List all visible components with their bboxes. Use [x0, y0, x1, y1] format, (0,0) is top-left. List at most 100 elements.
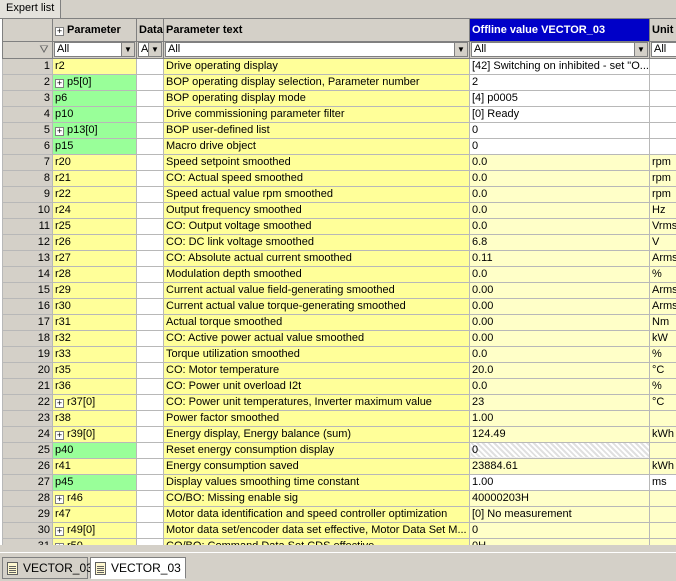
row-number[interactable]: 29: [2, 505, 53, 523]
table-row[interactable]: 27 p45 Display values smoothing time const…: [2, 473, 676, 491]
row-number[interactable]: 25: [2, 441, 53, 459]
parameter-cell[interactable]: +r50: [52, 537, 137, 545]
parameter-cell[interactable]: r2: [52, 57, 137, 75]
table-row[interactable]: 18 r32 CO: Active power actual value smoot…: [2, 329, 676, 347]
row-number[interactable]: 2: [2, 73, 53, 91]
table-row[interactable]: 2 + p5[0] BOP operating display selection, …: [2, 73, 676, 91]
table-row[interactable]: 22 + r37[0] CO: Power unit temperatures, In…: [2, 393, 676, 411]
parameter-cell[interactable]: r47: [52, 505, 137, 523]
filter-unit-select[interactable]: All▼: [651, 42, 676, 57]
table-row[interactable]: 16 r30 Current actual value torque-generat…: [2, 297, 676, 315]
table-row[interactable]: 10 r24 Output frequency smoothed 0.0 Hz: [2, 201, 676, 219]
column-header-data[interactable]: Data: [136, 19, 164, 42]
row-number[interactable]: 26: [2, 457, 53, 475]
expand-plus-icon[interactable]: +: [55, 431, 64, 440]
table-row[interactable]: 30 + r49[0] Motor data set/encoder data set…: [2, 521, 676, 539]
filter-parameter-select[interactable]: All ▼: [54, 42, 135, 57]
offline-value-cell[interactable]: 0: [469, 441, 650, 459]
table-row[interactable]: 31+r50 CO/BO: Command Data Set CDS effect…: [2, 537, 676, 545]
parameter-cell[interactable]: r41: [52, 457, 137, 475]
column-header-unit[interactable]: Unit: [649, 19, 676, 42]
tab-expert-list[interactable]: Expert list: [0, 0, 62, 19]
expand-plus-icon[interactable]: +: [55, 399, 64, 408]
parameter-cell[interactable]: + p5[0]: [52, 73, 137, 91]
table-row[interactable]: 5 + p13[0] BOP user-defined list 0: [2, 121, 676, 139]
offline-value-cell[interactable]: [0] Ready: [469, 105, 650, 123]
row-number[interactable]: 6: [2, 137, 53, 155]
column-header-parameter[interactable]: + Parameter: [52, 19, 137, 42]
parameter-cell[interactable]: r26: [52, 233, 137, 251]
row-number[interactable]: 21: [2, 377, 53, 395]
offline-value-cell[interactable]: [4] p0005: [469, 89, 650, 107]
table-row[interactable]: 28 + r46 CO/BO: Missing enable sig 40000203H: [2, 489, 676, 507]
row-number[interactable]: 13: [2, 249, 53, 267]
row-number[interactable]: 28: [2, 489, 53, 507]
parameter-cell[interactable]: r31: [52, 313, 137, 331]
table-row[interactable]: 29 r47 Motor data identification and speed…: [2, 505, 676, 523]
expand-plus-icon[interactable]: +: [55, 79, 64, 88]
parameter-cell[interactable]: r32: [52, 329, 137, 347]
table-row[interactable]: 20 r35 CO: Motor temperature 20.0 °C: [2, 361, 676, 379]
parameter-cell[interactable]: r38: [52, 409, 137, 427]
row-number[interactable]: 12: [2, 233, 53, 251]
parameter-cell[interactable]: p45: [52, 473, 137, 491]
table-row[interactable]: 4 p10 Drive commissioning parameter filter…: [2, 105, 676, 123]
row-number[interactable]: 11: [2, 217, 53, 235]
expand-plus-icon[interactable]: +: [55, 543, 64, 545]
table-row[interactable]: 25 p40 Reset energy consumption display 0: [2, 441, 676, 459]
filter-offline-value-select[interactable]: All ▼: [471, 42, 648, 57]
row-number[interactable]: 18: [2, 329, 53, 347]
chevron-down-icon[interactable]: ▼: [634, 43, 647, 56]
parameter-cell[interactable]: r25: [52, 217, 137, 235]
row-number[interactable]: 27: [2, 473, 53, 491]
parameter-cell[interactable]: p40: [52, 441, 137, 459]
row-number[interactable]: 22: [2, 393, 53, 411]
parameter-cell[interactable]: + r49[0]: [52, 521, 137, 539]
table-row[interactable]: 14 r28 Modulation depth smoothed 0.0%: [2, 265, 676, 283]
parameter-cell[interactable]: r35: [52, 361, 137, 379]
parameter-cell[interactable]: r24: [52, 201, 137, 219]
row-number[interactable]: 15: [2, 281, 53, 299]
filter-parameter-text-select[interactable]: All ▼: [165, 42, 468, 57]
offline-value-cell[interactable]: 0: [469, 137, 650, 155]
parameter-cell[interactable]: p6: [52, 89, 137, 107]
table-row[interactable]: 1 r2 Drive operating display [42] Switching…: [2, 57, 676, 75]
row-number[interactable]: 4: [2, 105, 53, 123]
table-row[interactable]: 11 r25 CO: Output voltage smoothed 0.0 Vrms: [2, 217, 676, 235]
table-row[interactable]: 21 r36 CO: Power unit overload I2t 0.0%: [2, 377, 676, 395]
parameter-cell[interactable]: r28: [52, 265, 137, 283]
row-number[interactable]: 17: [2, 313, 53, 331]
chevron-down-icon[interactable]: ▼: [454, 43, 467, 56]
parameter-cell[interactable]: r30: [52, 297, 137, 315]
row-number[interactable]: 1: [2, 57, 53, 75]
tab-vector-03-first[interactable]: VECTOR_03: [2, 557, 93, 579]
column-header-parameter-text[interactable]: Parameter text: [163, 19, 470, 42]
chevron-down-icon[interactable]: ▼: [148, 43, 161, 56]
filter-data-select[interactable]: A ▼: [138, 42, 162, 57]
expand-plus-icon[interactable]: +: [55, 495, 64, 504]
row-number[interactable]: 24: [2, 425, 53, 443]
column-header-offline-value[interactable]: Offline value VECTOR_03: [469, 19, 650, 42]
table-row[interactable]: 15 r29 Current actual value field-generati…: [2, 281, 676, 299]
table-row[interactable]: 7 r20 Speed setpoint smoothed 0.0 rpm: [2, 153, 676, 171]
parameter-cell[interactable]: + r37[0]: [52, 393, 137, 411]
row-number[interactable]: 3: [2, 89, 53, 107]
parameter-cell[interactable]: p15: [52, 137, 137, 155]
row-number[interactable]: 14: [2, 265, 53, 283]
row-number[interactable]: 19: [2, 345, 53, 363]
table-row[interactable]: 6 p15 Macro drive object 0: [2, 137, 676, 155]
table-row[interactable]: 3 p6 BOP operating display mode [4] p0005: [2, 89, 676, 107]
offline-value-cell[interactable]: 1.00: [469, 473, 650, 491]
parameter-cell[interactable]: r29: [52, 281, 137, 299]
parameter-cell[interactable]: r20: [52, 153, 137, 171]
tab-vector-03-second[interactable]: VECTOR_03: [90, 557, 186, 579]
row-number[interactable]: 31: [2, 537, 53, 545]
offline-value-cell[interactable]: 0: [469, 121, 650, 139]
row-number[interactable]: 16: [2, 297, 53, 315]
table-row[interactable]: 13 r27 CO: Absolute actual current smoothe…: [2, 249, 676, 267]
row-number[interactable]: 10: [2, 201, 53, 219]
table-row[interactable]: 8 r21 CO: Actual speed smoothed 0.0 rpm: [2, 169, 676, 187]
parameter-cell[interactable]: r36: [52, 377, 137, 395]
row-number[interactable]: 20: [2, 361, 53, 379]
row-number[interactable]: 7: [2, 153, 53, 171]
